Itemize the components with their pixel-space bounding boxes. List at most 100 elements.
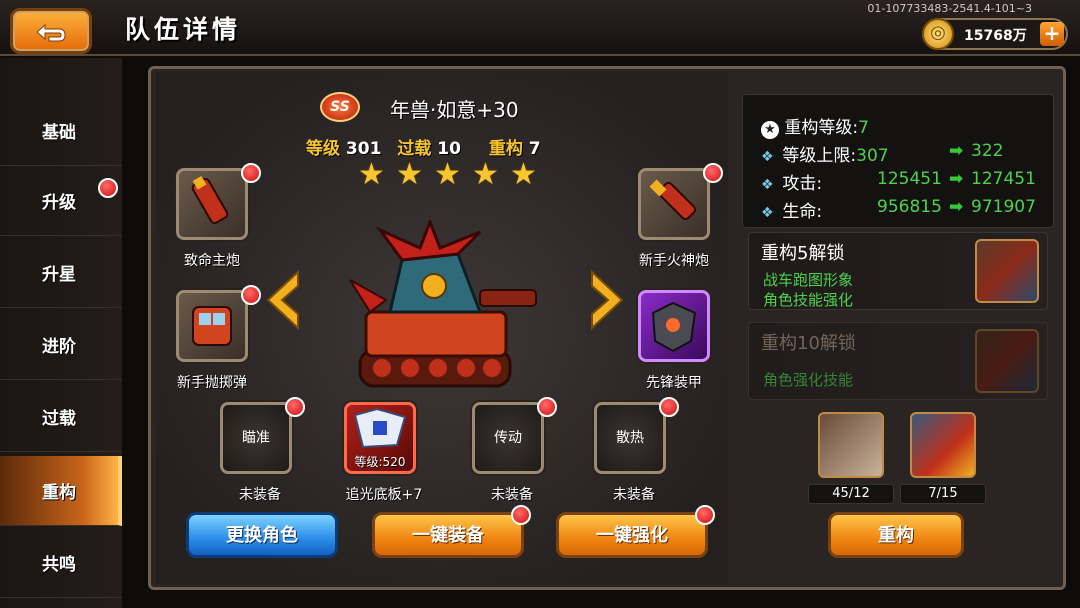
gatling-gun-icon [649,179,697,221]
notification-dot [537,397,557,417]
sidebar-item-upgrade[interactable]: 升级 [0,166,122,236]
overload-label: 过载 [397,139,432,159]
sidebar-item-advance[interactable]: 进阶 [0,310,122,380]
attack-row: ❖ 攻击: 125451 ➡ 127451 [761,169,1036,194]
sidebar-item-rebuild[interactable]: 重构 [0,456,122,526]
module-slot-cooling[interactable]: 散热 [594,397,679,474]
back-button[interactable] [10,8,92,54]
star-icon: ★ [434,157,461,192]
module-label: 追光底板+7 [345,487,423,503]
module-slot-aim[interactable]: 瞄准 [220,397,305,474]
sidebar-item-label: 升级 [42,193,76,213]
equip-label: 先锋装甲 [646,375,702,391]
serial-number: 01-107733483-2541.4-101~3 [867,2,1032,15]
coin-value: 15768万 [964,28,1027,44]
arrow-right-icon: ➡ [949,169,964,189]
module-slot-text: 瞄准 [242,430,270,446]
add-coins-button[interactable]: + [1040,22,1064,46]
notification-dot [98,178,118,198]
unlock-title: 重构5解锁 [761,243,845,264]
equip-slot-armor[interactable] [638,290,710,362]
equip-slot-gatling[interactable] [638,163,723,240]
one-click-strengthen-button[interactable]: 一键强化 [556,505,715,558]
vehicle-fragment-icon[interactable] [910,412,976,478]
notification-dot [703,163,723,183]
stat-to: 127451 [971,169,1036,189]
stat-from: 307 [856,146,889,166]
change-role-button[interactable]: 更换角色 [186,512,338,558]
star-icon: ★ [510,157,537,192]
module-slot-text: 传动 [494,430,522,446]
sidebar-item-label: 重构 [42,483,76,503]
equip-slot-grenade[interactable] [176,285,261,362]
notification-dot [659,397,679,417]
star-badge-icon: ★ [761,121,779,139]
diamond-icon: ❖ [761,205,774,221]
vehicle-name: 年兽·如意+30 [390,98,519,122]
unlock-line: 战车跑图形象 [763,271,854,289]
armor-icon [651,301,697,353]
rebuild-value: 7 [528,139,541,159]
vehicle-skin-icon[interactable] [975,239,1039,303]
module-slot-chassis[interactable]: 等级:520 [344,402,416,474]
sidebar-item-label: 升星 [42,265,76,285]
grenade-launcher-icon [192,306,232,346]
chevron-right-icon[interactable] [588,270,628,330]
level-value: 301 [345,139,382,159]
sidebar-item-label: 基础 [42,123,76,143]
notification-dot [511,505,531,525]
material-count: 45/12 [808,484,894,504]
stat-to: 971907 [971,197,1036,217]
sidebar: 基础 升级 升星 进阶 过载 重构 共鸣 [0,58,122,608]
rocket-cannon-icon [191,175,229,225]
coin-counter: ◎ 15768万 + [922,18,1068,50]
star-icon: ★ [358,157,385,192]
equip-label: 新手抛掷弹 [177,375,247,391]
vehicle-stats-line: 等级 301 过载 10 重构 7 [306,134,541,159]
diamond-icon: ❖ [761,149,774,165]
stat-to: 322 [971,141,1004,161]
overload-value: 10 [437,139,461,159]
hp-row: ❖ 生命: 956815 ➡ 971907 [761,197,1036,222]
coin-icon: ◎ [922,18,954,50]
module-label: 未装备 [491,487,533,503]
vehicle-skin-icon[interactable] [975,329,1039,393]
sidebar-item-resonance[interactable]: 共鸣 [0,528,122,598]
sidebar-item-label: 过载 [42,409,76,429]
module-level-text: 等级:520 [354,455,406,469]
arrow-right-icon: ➡ [949,197,964,217]
chassis-plate-icon [353,407,407,449]
equip-slot-main-cannon[interactable] [176,163,261,240]
equip-label: 致命主炮 [184,253,240,269]
stat-label: 等级上限: [782,146,857,166]
notification-dot [241,163,261,183]
button-label: 一键强化 [596,525,668,546]
star-icon: ★ [396,157,423,192]
rebuild-button[interactable]: 重构 [828,512,964,558]
blueprint-material-icon[interactable] [818,412,884,478]
unlock-line: 角色强化技能 [763,371,854,389]
sidebar-item-label: 共鸣 [42,555,76,575]
rebuild-stats-panel: ★ 重构等级:7 ❖ 等级上限:307 ➡ 322 ❖ 攻击: 125451 ➡… [742,94,1054,228]
module-slot-transmission[interactable]: 传动 [472,397,557,474]
stat-from: 956815 [877,197,942,217]
star-icon: ★ [472,157,499,192]
sidebar-item-star[interactable]: 升星 [0,238,122,308]
sidebar-item-basic[interactable]: 基础 [0,96,122,166]
stat-label: 生命: [782,202,823,222]
level-label: 等级 [306,139,340,159]
sidebar-item-overload[interactable]: 过载 [0,382,122,452]
module-slot-text: 散热 [616,430,644,446]
equip-label: 新手火神炮 [639,253,709,269]
one-click-equip-button[interactable]: 一键装备 [372,505,531,558]
module-label: 未装备 [239,487,281,503]
button-label: 一键装备 [412,525,484,546]
rebuild-label: 重构 [488,139,523,159]
back-arrow-icon [36,23,66,42]
diamond-icon: ❖ [761,177,774,193]
rebuild-level-row: ★ 重构等级:7 [761,113,869,139]
stat-from: 125451 [877,169,942,189]
chevron-left-icon[interactable] [262,270,302,330]
notification-dot [285,397,305,417]
level-cap-row: ❖ 等级上限:307 ➡ 322 [761,141,1003,166]
